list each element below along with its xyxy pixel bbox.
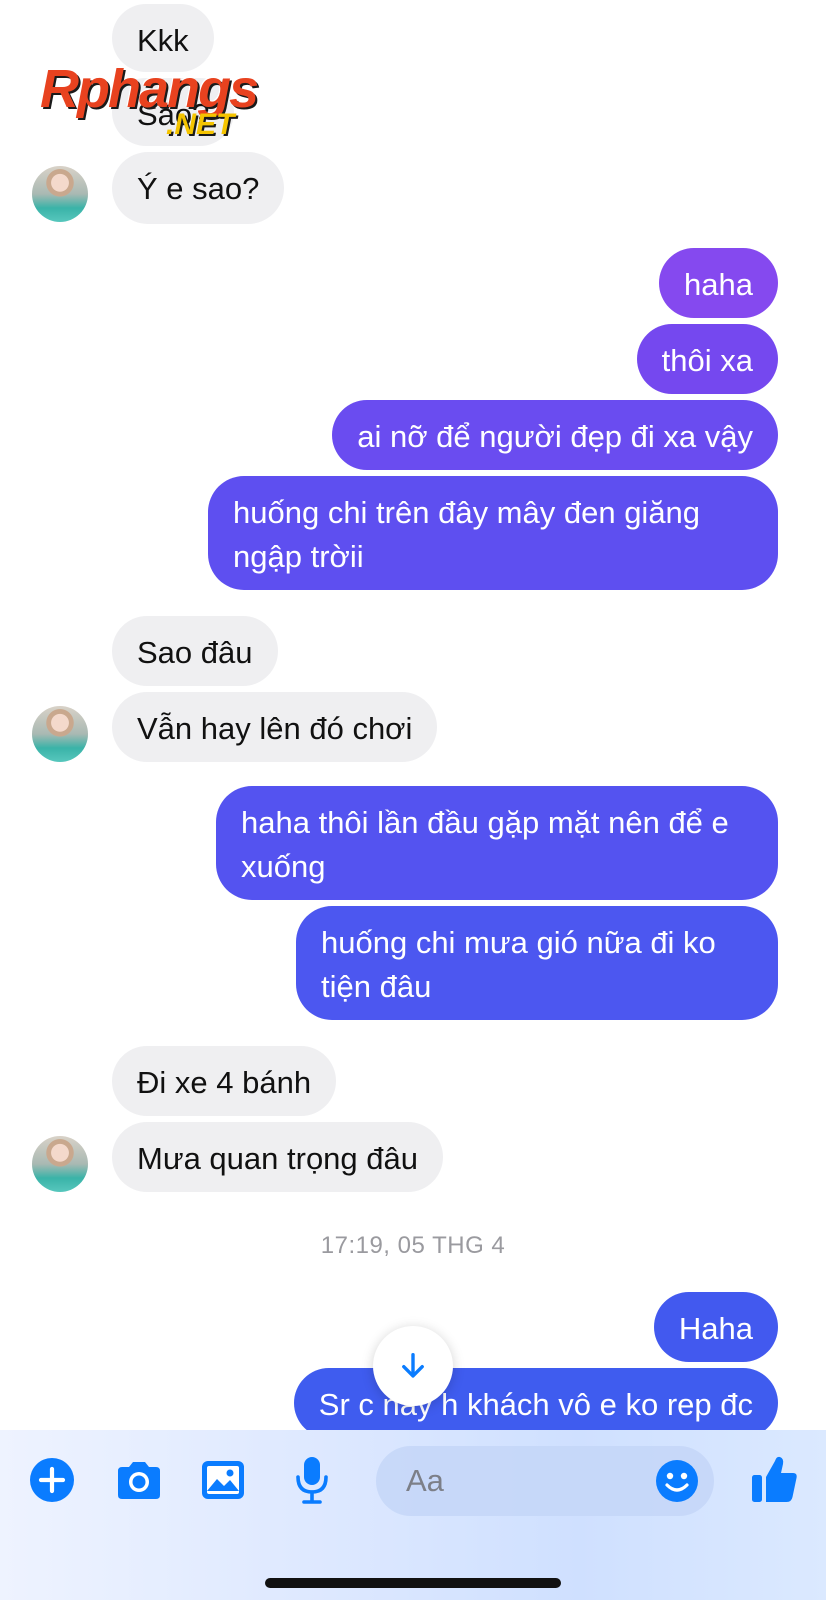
outgoing-message[interactable]: Haha	[653, 1292, 778, 1362]
message-input-container[interactable]	[376, 1446, 714, 1516]
camera-icon	[118, 1462, 160, 1499]
home-indicator	[265, 1578, 561, 1588]
incoming-message[interactable]: Kkk	[112, 4, 214, 72]
incoming-message[interactable]: Vẫn hay lên đó chơi	[112, 692, 438, 762]
contact-avatar[interactable]	[32, 1136, 88, 1192]
scroll-to-bottom-button[interactable]	[373, 1326, 453, 1406]
incoming-message[interactable]: Sao đâu	[112, 616, 278, 686]
emoji-button[interactable]	[654, 1458, 700, 1504]
message-timestamp: 17:19, 05 THG 4	[320, 1232, 506, 1259]
camera-button[interactable]	[113, 1456, 165, 1504]
message-thread[interactable]: Kkk Sao? Ý e sao? Rphangs .NET haha thôi…	[0, 0, 826, 1430]
outgoing-message[interactable]: Sr c nãy h khách vô e ko rep đc	[293, 1368, 778, 1430]
emoji-icon	[656, 1460, 698, 1502]
composer-bar	[0, 1430, 826, 1600]
incoming-message[interactable]: Sao?	[112, 78, 235, 146]
plus-icon	[30, 1458, 74, 1502]
microphone-icon	[296, 1457, 328, 1504]
incoming-message[interactable]: Mưa quan trọng đâu	[112, 1122, 443, 1192]
outgoing-message[interactable]: huống chi trên đây mây đen giăng ngập tr…	[208, 476, 778, 590]
incoming-message[interactable]: Ý e sao?	[112, 152, 285, 224]
like-button[interactable]	[748, 1452, 800, 1506]
outgoing-message[interactable]: haha thôi lần đầu gặp mặt nên để e xuống	[216, 786, 778, 900]
contact-avatar[interactable]	[32, 166, 88, 222]
image-icon	[202, 1461, 244, 1499]
outgoing-message[interactable]: thôi xa	[636, 324, 778, 394]
outgoing-message[interactable]: haha	[659, 248, 778, 318]
arrow-down-icon	[402, 1352, 424, 1378]
gallery-button[interactable]	[199, 1456, 247, 1504]
message-input[interactable]	[406, 1446, 626, 1516]
outgoing-message[interactable]: huống chi mưa gió nữa đi ko tiện đâu	[296, 906, 778, 1020]
contact-avatar[interactable]	[32, 706, 88, 762]
outgoing-message[interactable]: ai nỡ để người đẹp đi xa vậy	[332, 400, 778, 470]
voice-button[interactable]	[292, 1454, 332, 1506]
add-button[interactable]	[28, 1456, 76, 1504]
thumbs-up-icon	[752, 1456, 797, 1502]
incoming-message[interactable]: Đi xe 4 bánh	[112, 1046, 337, 1116]
